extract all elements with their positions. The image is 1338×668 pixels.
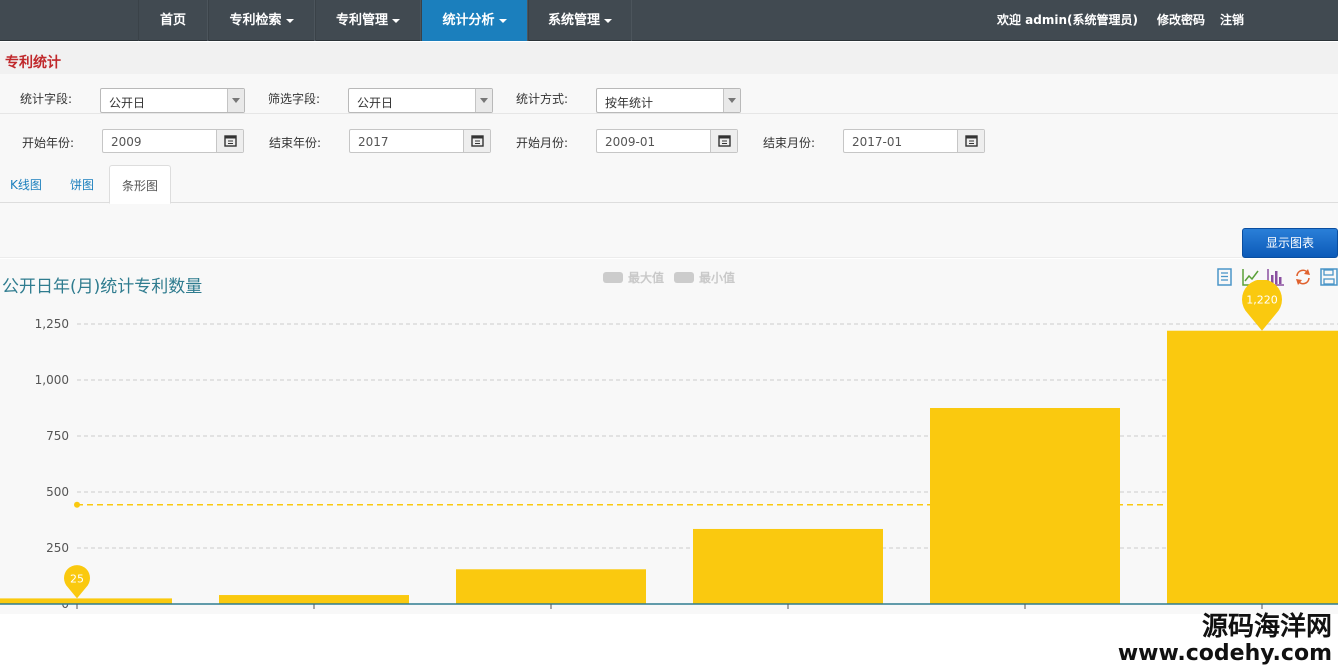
max-markpoint-label: 1,220: [1246, 294, 1278, 307]
filter-field-select[interactable]: 公开日: [348, 88, 493, 113]
nav-patent-search[interactable]: 专利检索: [208, 0, 315, 41]
bar[interactable]: [1167, 330, 1338, 604]
y-tick-label: 250: [46, 541, 69, 555]
end-month-label: 结束月份:: [763, 136, 816, 150]
bar[interactable]: [456, 569, 646, 604]
nav-system-manage[interactable]: 系统管理: [528, 0, 632, 41]
calendar-icon[interactable]: [957, 130, 984, 152]
stat-field-label: 统计字段:: [20, 92, 73, 106]
filter-field-value: 公开日: [357, 96, 394, 110]
average-line-start: [74, 501, 80, 508]
stat-field-value: 公开日: [109, 96, 146, 110]
stat-method-select[interactable]: 按年统计: [596, 88, 741, 113]
stat-method-value: 按年统计: [605, 96, 654, 110]
min-markpoint-label: 25: [70, 572, 84, 585]
bar[interactable]: [693, 528, 883, 604]
chevron-down-icon: [475, 89, 492, 112]
nav-statistics[interactable]: 统计分析: [421, 0, 528, 41]
chevron-down-icon: [285, 18, 294, 23]
start-year-value: 2009: [111, 135, 142, 149]
y-tick-label: 1,250: [35, 317, 69, 331]
tab-bar[interactable]: 条形图: [109, 165, 171, 204]
chevron-down-icon: [604, 18, 612, 23]
show-chart-button[interactable]: 显示图表: [1242, 228, 1338, 258]
end-year-label: 结束年份:: [269, 136, 322, 150]
start-month-input[interactable]: 2009-01: [596, 129, 738, 153]
filter-field-label: 筛选字段:: [268, 92, 321, 106]
bar[interactable]: [219, 595, 409, 604]
welcome-text: 欢迎 admin(系统管理员): [997, 13, 1138, 27]
chevron-down-icon: [392, 18, 400, 23]
watermark-line2: www.codehy.com: [1117, 641, 1332, 666]
calendar-icon[interactable]: [463, 130, 490, 152]
nav-home[interactable]: 首页: [138, 0, 208, 41]
chevron-down-icon: [723, 89, 740, 112]
stat-field-select[interactable]: 公开日: [100, 88, 245, 113]
nav-system-manage-label: 系统管理: [547, 13, 600, 28]
end-year-value: 2017: [358, 135, 389, 149]
end-month-value: 2017-01: [852, 135, 903, 149]
tab-bar-label: 条形图: [122, 179, 159, 193]
nav-patent-manage[interactable]: 专利管理: [315, 0, 421, 41]
start-month-value: 2009-01: [605, 135, 656, 149]
stat-method-label: 统计方式:: [516, 92, 569, 106]
calendar-icon[interactable]: [710, 130, 737, 152]
top-navbar: 首页 专利检索 专利管理 统计分析 系统管理 欢迎 admin(系统管理员) 修…: [0, 0, 1338, 41]
nav-statistics-label: 统计分析: [442, 13, 495, 28]
start-month-label: 开始月份:: [516, 136, 569, 150]
start-year-input[interactable]: 2009: [102, 129, 244, 153]
tab-kline[interactable]: K线图: [10, 176, 42, 193]
change-password-link[interactable]: 修改密码: [1157, 0, 1205, 41]
nav-home-label: 首页: [159, 13, 186, 28]
nav-patent-manage-label: 专利管理: [335, 13, 388, 28]
button-area: [0, 204, 1338, 258]
calendar-icon[interactable]: [216, 130, 243, 152]
y-tick-label: 1,000: [35, 373, 69, 387]
tab-pie[interactable]: 饼图: [70, 176, 94, 193]
bar-chart: 02505007501,0001,2501,22025: [0, 280, 1338, 610]
section-header: [0, 42, 1338, 74]
y-tick-label: 750: [46, 429, 69, 443]
chevron-down-icon: [498, 18, 507, 23]
end-year-input[interactable]: 2017: [349, 129, 491, 153]
section-title: 专利统计: [5, 55, 61, 71]
divider: [0, 113, 1338, 114]
y-tick-label: 500: [46, 485, 69, 499]
chevron-down-icon: [227, 89, 244, 112]
start-year-label: 开始年份:: [22, 136, 75, 150]
end-month-input[interactable]: 2017-01: [843, 129, 985, 153]
bar[interactable]: [0, 598, 172, 604]
page: 首页 专利检索 专利管理 统计分析 系统管理 欢迎 admin(系统管理员) 修…: [0, 0, 1338, 668]
bar[interactable]: [930, 408, 1120, 604]
logout-link[interactable]: 注销: [1220, 0, 1244, 41]
nav-patent-search-label: 专利检索: [229, 13, 282, 28]
watermark-line1: 源码海洋网: [1201, 612, 1332, 642]
chart-tabs: [0, 160, 1338, 203]
watermark: 源码海洋网 www.codehy.com: [1118, 612, 1332, 666]
